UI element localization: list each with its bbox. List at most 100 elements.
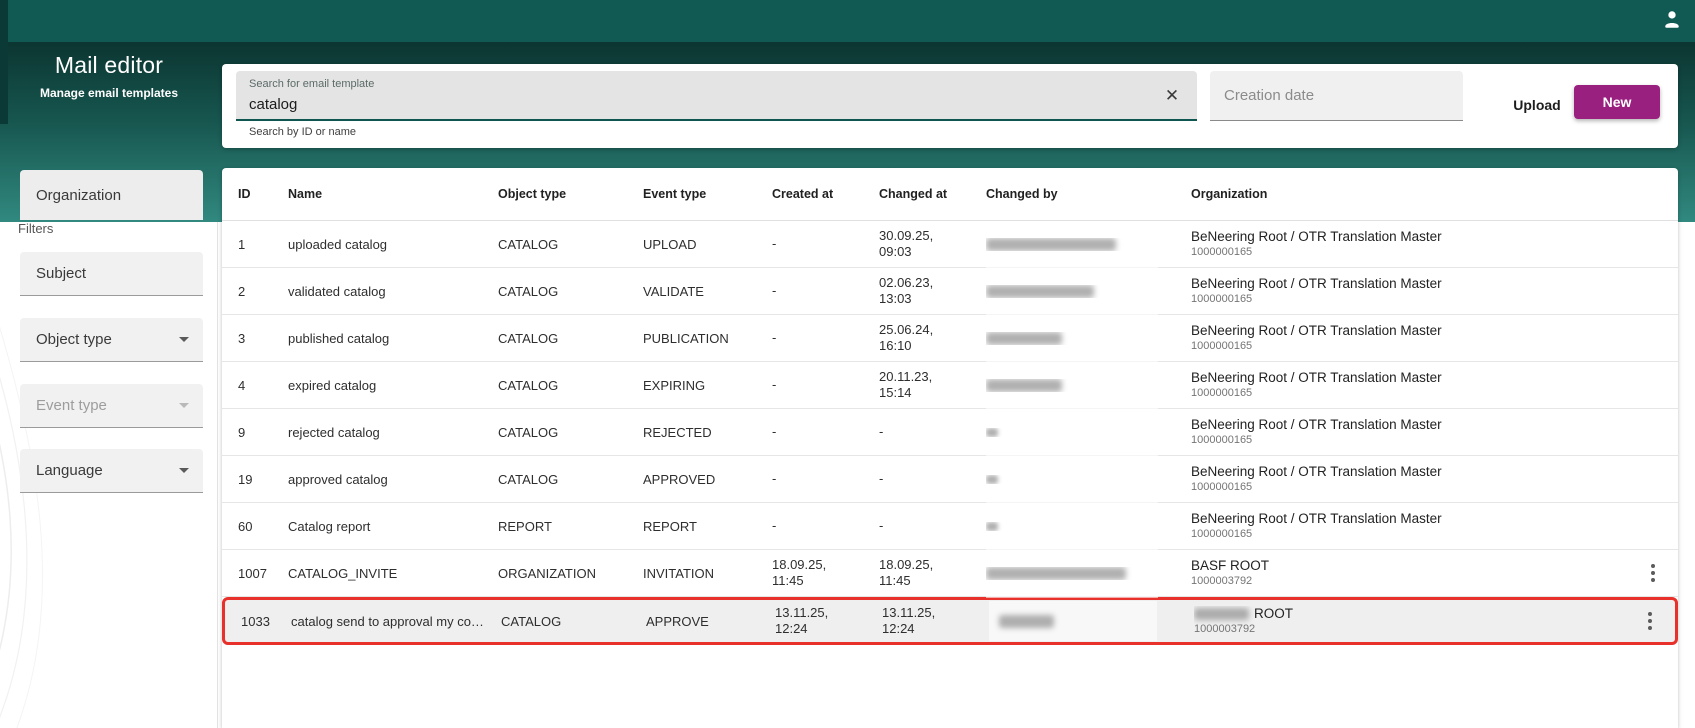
changed-at-line: 30.09.25,	[879, 228, 934, 243]
changed-at-line: -	[879, 424, 884, 439]
table-row[interactable]: 9 rejected catalog CATALOG REJECTED - - BeNeer…	[222, 409, 1678, 456]
organization-name: BeNeering Root / OTR Translation Master	[1191, 229, 1442, 244]
redacted-organization-prefix	[1194, 608, 1249, 621]
cell-object-type: CATALOG	[498, 471, 559, 487]
redacted-name	[986, 521, 998, 531]
cell-changed-by	[986, 427, 1191, 437]
created-at-line: -	[772, 424, 777, 439]
cell-created-at: -	[772, 330, 879, 346]
chevron-down-icon	[179, 337, 189, 342]
changed-at-line: 25.06.24,	[879, 322, 934, 337]
changed-at-line: 02.06.23,	[879, 275, 934, 290]
cell-organization: BASF ROOT 1000003792	[1191, 558, 1636, 588]
changed-at-line: 15:14	[879, 385, 912, 400]
user-account-button[interactable]	[1658, 7, 1686, 35]
cell-id: 1033	[241, 613, 270, 629]
redaction-zone	[986, 474, 1183, 484]
cell-created-at: -	[772, 471, 879, 487]
page-subtitle: Manage email templates	[39, 86, 179, 100]
language-select[interactable]: Language	[20, 449, 203, 493]
table-header-row: ID Name Object type Event type Created at Cha…	[222, 168, 1678, 221]
row-menu-button[interactable]	[1642, 606, 1658, 636]
changed-at-line: 13.11.25,	[882, 605, 936, 620]
cell-organization: BeNeering Root / OTR Translation Master 1…	[1191, 323, 1636, 353]
cell-name: published catalog	[288, 330, 390, 346]
column-header-event-type: Event type	[643, 187, 707, 201]
cell-name: CATALOG_INVITE	[288, 565, 398, 581]
templates-table: ID Name Object type Event type Created at Cha…	[222, 168, 1678, 728]
cell-changed-by	[986, 284, 1191, 298]
cell-name: validated catalog	[288, 283, 386, 299]
clear-search-button[interactable]: ✕	[1161, 85, 1183, 107]
new-button[interactable]: New	[1574, 85, 1660, 119]
cell-changed-at: -	[879, 518, 986, 534]
cell-changed-at: 02.06.23, 13:03	[879, 275, 986, 307]
object-type-select-label: Object type	[36, 331, 112, 348]
created-at-line: -	[772, 471, 777, 486]
page-title: Mail editor	[54, 52, 164, 78]
subject-input[interactable]: Subject	[20, 252, 203, 296]
creation-date-input[interactable]: Creation date	[1210, 71, 1463, 121]
cell-changed-at: 13.11.25, 12:24	[882, 605, 989, 637]
redacted-name	[986, 474, 998, 484]
table-row[interactable]: 60 Catalog report REPORT REPORT - - BeNeering …	[222, 503, 1678, 550]
redacted-name	[986, 566, 1126, 580]
person-icon	[1661, 8, 1683, 35]
cell-organization: BeNeering Root / OTR Translation Master 1…	[1191, 511, 1636, 541]
table-row-highlighted[interactable]: 1033 catalog send to approval my co… CATAL…	[222, 597, 1678, 645]
cell-changed-at: 25.06.24, 16:10	[879, 322, 986, 354]
created-at-line: -	[772, 518, 777, 533]
cell-id: 4	[238, 377, 246, 393]
cell-organization: BeNeering Root / OTR Translation Master 1…	[1191, 276, 1636, 306]
search-toolbar-card: Search for email template catalog ✕ Sear…	[222, 64, 1678, 148]
organization-name: BeNeering Root / OTR Translation Master	[1191, 417, 1442, 432]
organization-code: 1000000165	[1191, 246, 1253, 258]
row-menu-button[interactable]	[1645, 558, 1661, 588]
organization-name: ROOT	[1194, 606, 1625, 622]
table-row[interactable]: 1007 CATALOG_INVITE ORGANIZATION INVITATION…	[222, 550, 1678, 597]
redacted-name	[986, 284, 1094, 298]
language-select-label: Language	[36, 462, 103, 479]
cell-changed-at: 20.11.23, 15:14	[879, 369, 986, 401]
organization-name: BeNeering Root / OTR Translation Master	[1191, 511, 1442, 526]
organization-select[interactable]: Organization	[20, 170, 203, 220]
redaction-zone	[989, 601, 1157, 641]
organization-code: 1000000165	[1191, 481, 1253, 493]
column-header-changed-by: Changed by	[986, 187, 1058, 201]
drawer-edge-strip	[0, 0, 8, 124]
table-row[interactable]: 4 expired catalog CATALOG EXPIRING - 20.11.23…	[222, 362, 1678, 409]
search-input-label: Search for email template	[249, 78, 375, 90]
redaction-zone	[986, 427, 1183, 437]
table-row[interactable]: 2 validated catalog CATALOG VALIDATE - 02.06.…	[222, 268, 1678, 315]
created-at-line: 12:24	[775, 621, 808, 636]
close-icon: ✕	[1164, 86, 1180, 105]
changed-at-line: 16:10	[879, 338, 912, 353]
created-at-line: -	[772, 283, 777, 298]
redacted-name	[986, 378, 1062, 392]
cell-name: Catalog report	[288, 518, 371, 534]
redaction-zone	[986, 331, 1183, 345]
organization-name: BASF ROOT	[1191, 558, 1270, 573]
cell-changed-at: 30.09.25, 09:03	[879, 228, 986, 260]
cell-created-at: -	[772, 377, 879, 393]
upload-button[interactable]: Upload	[1499, 86, 1575, 124]
event-type-select[interactable]: Event type	[20, 384, 203, 428]
column-header-id: ID	[238, 187, 251, 201]
search-input[interactable]: Search for email template catalog ✕	[236, 71, 1197, 121]
cell-id: 60	[238, 518, 253, 534]
cell-id: 2	[238, 283, 246, 299]
changed-at-line: 18.09.25,	[879, 557, 934, 572]
table-row[interactable]: 3 published catalog CATALOG PUBLICATION - 25.…	[222, 315, 1678, 362]
cell-event-type: EXPIRING	[643, 377, 706, 393]
created-at-line: 18.09.25,	[772, 557, 827, 572]
cell-organization: BeNeering Root / OTR Translation Master 1…	[1191, 370, 1636, 400]
table-row[interactable]: 19 approved catalog CATALOG APPROVED - - BeNee…	[222, 456, 1678, 503]
redaction-zone	[986, 284, 1183, 298]
table-row[interactable]: 1 uploaded catalog CATALOG UPLOAD - 30.09.25,…	[222, 221, 1678, 268]
object-type-select[interactable]: Object type	[20, 318, 203, 362]
organization-code: 1000000165	[1191, 340, 1253, 352]
organization-code: 1000003792	[1194, 623, 1256, 635]
cell-name: catalog send to approval my co…	[291, 613, 484, 629]
table-body: 1 uploaded catalog CATALOG UPLOAD - 30.09.25,…	[222, 221, 1678, 645]
redacted-name	[986, 427, 998, 437]
